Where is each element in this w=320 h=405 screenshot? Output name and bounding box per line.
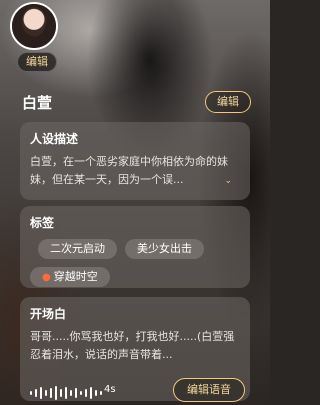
tag-chip[interactable]: ● 穿越时空 [30, 267, 110, 287]
tags-title: 标签 [30, 216, 55, 230]
chevron-down-icon[interactable]: ⌄ [224, 176, 232, 186]
fire-icon: ● [42, 272, 51, 283]
voice-waveform-icon[interactable] [30, 386, 102, 400]
tag-label: 穿越时空 [53, 270, 98, 283]
persona-card[interactable]: 人设描述 白萱，在一个恶劣家庭中你相依为命的妹妹，但在某一天，因为一个误... … [20, 122, 250, 200]
edit-avatar-button[interactable]: 编辑 [17, 52, 57, 72]
avatar[interactable] [10, 2, 58, 50]
tag-chip[interactable]: 二次元启动 [38, 239, 117, 259]
persona-text: 白萱，在一个恶劣家庭中你相依为命的妹妹，但在某一天，因为一个误... [30, 155, 228, 186]
edit-character-button[interactable]: 编辑 [205, 91, 251, 113]
tags-card: 标签 二次元启动 美少女出击 ● 穿越时空 [20, 206, 250, 288]
tag-chip[interactable]: 美少女出击 [125, 239, 204, 259]
character-name: 白萱 [22, 94, 53, 112]
persona-title: 人设描述 [30, 132, 79, 146]
edit-voice-button[interactable]: 编辑语音 [173, 378, 245, 402]
voice-duration: 4s [104, 384, 116, 395]
opening-title: 开场白 [30, 307, 67, 321]
opening-text: 哥哥.....你骂我也好，打我也好.....(白萱强忍着泪水，说话的声音带着..… [30, 330, 235, 361]
